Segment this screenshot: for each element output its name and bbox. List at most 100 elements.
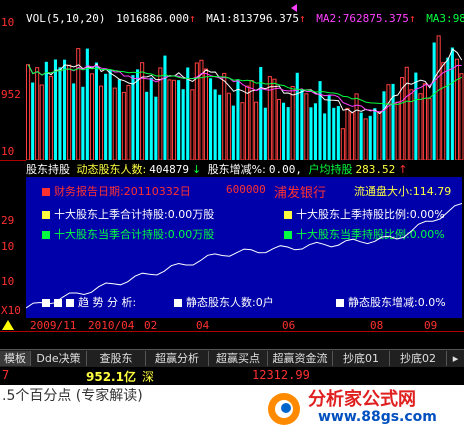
volume-bar	[282, 102, 286, 160]
ma3-label: MA3:	[426, 12, 453, 25]
volume-bar	[304, 93, 309, 160]
down-arrow-icon: ↓	[191, 163, 202, 176]
tab-super-money-flow[interactable]: 超赢资金流	[268, 351, 333, 366]
info-panel: 财务报告日期:20110332日 600000 浦发银行 流通盘大小:114.7…	[26, 177, 462, 318]
volume-bar	[377, 112, 382, 160]
volume-bar	[136, 69, 140, 160]
white-square-icon	[66, 299, 74, 307]
volume-bar	[177, 80, 181, 160]
avg-holding-label: 户均持股	[308, 163, 353, 176]
news-ticker[interactable]: .5个百分点 (专家解读)	[2, 385, 143, 405]
logo-title: 分析家公式网	[308, 389, 416, 410]
volume-bar	[240, 102, 245, 160]
volume-bar	[67, 64, 72, 160]
volume-bar	[391, 83, 395, 160]
volume-bar	[172, 79, 177, 160]
volume-bars	[26, 35, 464, 160]
tab-dde-decision[interactable]: Dde决策	[31, 351, 87, 366]
volume-bar	[117, 79, 121, 160]
volume-bar	[345, 107, 350, 160]
volume-bar	[167, 79, 172, 160]
logo-url: www.88gs.com	[318, 409, 437, 425]
volume-bar	[58, 67, 62, 160]
volume-bar	[414, 72, 418, 160]
status-bar: 7 952.1亿 深 12312.99	[0, 367, 464, 385]
white-square-icon	[336, 299, 344, 307]
volume-bar	[409, 89, 414, 160]
volume-bar	[249, 80, 254, 160]
volume-bar	[427, 98, 432, 160]
volume-bar	[354, 93, 359, 160]
ma2-label: MA2:	[316, 12, 343, 25]
indicator-title[interactable]: 股东持股	[26, 163, 70, 176]
volume-bar	[48, 75, 53, 160]
volume-bar	[418, 93, 423, 160]
tab-super-analysis[interactable]: 超赢分析	[146, 351, 209, 366]
volume-bar	[31, 82, 35, 160]
volume-bar	[368, 115, 372, 160]
volume-chart[interactable]	[26, 28, 464, 160]
volume-bar	[126, 84, 131, 160]
volume-bar	[386, 84, 391, 160]
volume-bar	[422, 83, 427, 160]
volume-bar	[359, 112, 363, 160]
up-arrow-icon: ↑	[398, 163, 408, 176]
volume-bar	[203, 68, 208, 160]
volume-bar	[441, 62, 446, 160]
volume-bar	[286, 107, 290, 160]
volume-bar	[99, 85, 104, 160]
volume-bar	[263, 107, 267, 160]
time-axis: 2009/11 2010/04 02 04 06 08 09	[0, 318, 464, 332]
volume-bar	[39, 84, 44, 160]
volume-bar	[53, 59, 57, 160]
volume-bar	[267, 76, 272, 160]
tab-template[interactable]: 模板	[0, 351, 31, 366]
tab-super-buy-point[interactable]: 超赢买点	[209, 351, 268, 366]
tab-check-holders[interactable]: 查股东	[87, 351, 146, 366]
volume-bar	[259, 67, 263, 160]
axis-value: 10	[1, 240, 15, 253]
volume-bar	[181, 89, 185, 160]
volume-bar	[454, 58, 459, 160]
volume-bar	[63, 59, 67, 160]
volume-bar	[373, 108, 377, 160]
axis-value: 10	[1, 145, 15, 158]
volume-bar	[254, 101, 259, 160]
volume-bar	[295, 72, 299, 160]
volume-bar	[163, 55, 167, 160]
cursor-marker-icon	[291, 4, 297, 12]
static-change: 静态股东增减:0.0%	[336, 294, 446, 310]
axis-value: 10	[1, 275, 15, 288]
volume-bar	[213, 89, 217, 160]
volume-bar	[336, 106, 340, 160]
volume-bar	[349, 112, 354, 160]
volume-bar	[323, 113, 327, 160]
volume-bar	[35, 67, 40, 160]
axis-value: 952	[1, 88, 21, 101]
volume-bar	[158, 67, 163, 160]
volume-bar	[309, 107, 313, 160]
axis-divider	[0, 160, 26, 161]
tab-bottom-02[interactable]: 抄底02	[390, 351, 447, 366]
left-axis: 10 952 10 29 10 10 X10	[0, 0, 26, 330]
market-tag: 深	[142, 370, 155, 384]
volume-bar	[340, 128, 345, 160]
volume-bar	[450, 47, 454, 160]
site-logo: 分析家公式网 www.88gs.com	[262, 385, 464, 433]
volume-bar	[236, 79, 240, 160]
up-arrow-icon: ↑	[298, 12, 306, 25]
volume-bar	[26, 64, 31, 160]
tab-bottom-01[interactable]: 抄底01	[333, 351, 390, 366]
volume-bar	[94, 62, 98, 160]
spacer	[0, 332, 464, 349]
volume-bar	[190, 89, 195, 160]
volume-bar	[104, 73, 108, 160]
volume-bar	[81, 86, 85, 160]
volume-bar	[149, 77, 153, 160]
axis-value: 10	[1, 16, 15, 29]
volume-bar	[318, 81, 322, 160]
tab-scroll-icon[interactable]: ▸	[447, 351, 464, 366]
volume-bar	[363, 118, 368, 160]
trend-analysis: 趋 势 分 析:	[42, 294, 136, 310]
volume-bar	[395, 101, 400, 160]
